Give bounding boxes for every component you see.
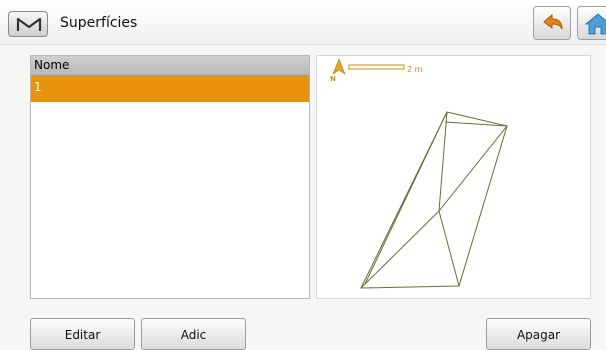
undo-arrow-icon	[543, 13, 563, 30]
scale-bar	[348, 64, 405, 70]
menu-button[interactable]	[8, 11, 48, 37]
add-button[interactable]: Adic	[141, 318, 246, 350]
scale-label: 2 m	[407, 65, 423, 74]
surface-preview-map[interactable]: N 2 m	[316, 55, 591, 299]
delete-button[interactable]: Apagar	[486, 318, 591, 350]
north-arrow-icon	[332, 58, 346, 75]
home-button[interactable]	[577, 6, 606, 40]
surface-preview-canvas	[332, 58, 508, 289]
m-logo-icon	[16, 17, 42, 31]
page-title: Superfícies	[60, 15, 138, 31]
surface-triangulation	[360, 111, 508, 289]
column-header-nome[interactable]: Nome	[31, 56, 309, 76]
title-bar: Superfícies	[0, 0, 606, 45]
surface-list: Nome 1	[30, 55, 310, 299]
list-item[interactable]: 1	[31, 76, 309, 102]
north-label: N	[330, 75, 336, 83]
edit-button[interactable]: Editar	[30, 318, 135, 350]
back-button[interactable]	[533, 6, 571, 40]
home-icon	[584, 13, 606, 35]
